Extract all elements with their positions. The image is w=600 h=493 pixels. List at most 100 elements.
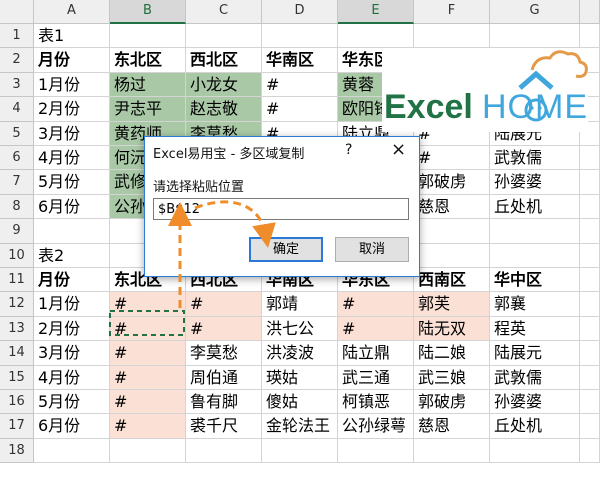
cell-A2[interactable]: 月份 (34, 48, 110, 73)
cell-D4[interactable]: # (262, 97, 338, 122)
cell-A15[interactable]: 4月份 (34, 365, 110, 390)
row-header[interactable]: 11 (0, 268, 34, 293)
row-header[interactable]: 14 (0, 341, 34, 366)
cell-E16[interactable]: 柯镇恶 (338, 390, 414, 415)
cell-B15[interactable]: # (110, 365, 186, 390)
cell-D12[interactable]: 郭靖 (262, 292, 338, 317)
cell-E13[interactable]: # (338, 316, 414, 342)
cell-D18[interactable] (262, 438, 338, 464)
cell-G13[interactable]: 程英 (490, 316, 580, 342)
cell-A6[interactable]: 4月份 (34, 146, 110, 171)
cell-D15[interactable]: 瑛姑 (262, 365, 338, 390)
cell-F15[interactable]: 武三娘 (414, 365, 490, 390)
cell-D17[interactable]: 金轮法王 (262, 414, 338, 439)
cell-A1[interactable]: 表1 (34, 24, 110, 49)
cell-E15[interactable]: 武三通 (338, 365, 414, 390)
cell-A13[interactable]: 2月份 (34, 316, 110, 342)
cell-G18[interactable] (490, 438, 580, 464)
cell-G14[interactable]: 陆展元 (490, 341, 580, 366)
column-header[interactable]: A (34, 0, 110, 24)
cell-F9[interactable] (414, 219, 490, 244)
cell-F17[interactable]: 慈恩 (414, 414, 490, 439)
cell-A9[interactable] (34, 219, 110, 244)
cell-A4[interactable]: 2月份 (34, 97, 110, 122)
row-header[interactable]: 4 (0, 97, 34, 122)
cell-C4[interactable]: 赵志敬 (186, 97, 262, 122)
cell-D13[interactable]: 洪七公 (262, 316, 338, 342)
cell-B2[interactable]: 东北区 (110, 48, 186, 73)
row-header[interactable]: 12 (0, 292, 34, 317)
row-header[interactable]: 18 (0, 438, 34, 464)
cell-A16[interactable]: 5月份 (34, 390, 110, 415)
cell-G12[interactable]: 郭襄 (490, 292, 580, 317)
cell-A8[interactable]: 6月份 (34, 194, 110, 220)
cancel-button[interactable]: 取消 (335, 237, 409, 262)
cell-D3[interactable]: # (262, 72, 338, 98)
cell-G10[interactable] (490, 243, 580, 268)
paste-location-input[interactable] (153, 198, 409, 220)
column-header[interactable]: B (110, 0, 186, 24)
row-header[interactable]: 1 (0, 24, 34, 49)
ok-button[interactable]: 确定 (249, 237, 323, 262)
cell-E14[interactable]: 陆立鼎 (338, 341, 414, 366)
cell-B14[interactable]: # (110, 341, 186, 366)
cell-C3[interactable]: 小龙女 (186, 72, 262, 98)
cell-G6[interactable]: 武敦儒 (490, 146, 580, 171)
cell-F7[interactable]: 郭破虏 (414, 170, 490, 195)
cell-G7[interactable]: 孙婆婆 (490, 170, 580, 195)
cell-B18[interactable] (110, 438, 186, 464)
cell-F8[interactable]: 慈恩 (414, 194, 490, 220)
cell-B12[interactable]: # (110, 292, 186, 317)
cell-F1[interactable] (414, 24, 490, 49)
cell-D1[interactable] (262, 24, 338, 49)
cell-C12[interactable]: # (186, 292, 262, 317)
row-header[interactable]: 17 (0, 414, 34, 439)
cell-D16[interactable]: 傻姑 (262, 390, 338, 415)
cell-A3[interactable]: 1月份 (34, 72, 110, 98)
cell-B4[interactable]: 尹志平 (110, 97, 186, 122)
cell-A7[interactable]: 5月份 (34, 170, 110, 195)
cell-A12[interactable]: 1月份 (34, 292, 110, 317)
cell-F11[interactable]: 西南区 (414, 268, 490, 293)
column-header[interactable]: E (338, 0, 414, 24)
cell-A18[interactable] (34, 438, 110, 464)
help-button[interactable]: ? (345, 142, 352, 158)
cell-F16[interactable]: 郭破虏 (414, 390, 490, 415)
cell-G17[interactable]: 丘处机 (490, 414, 580, 439)
cell-C15[interactable]: 周伯通 (186, 365, 262, 390)
cell-C2[interactable]: 西北区 (186, 48, 262, 73)
column-header[interactable]: F (414, 0, 490, 24)
column-header[interactable]: C (186, 0, 262, 24)
row-header[interactable]: 2 (0, 48, 34, 73)
cell-C1[interactable] (186, 24, 262, 49)
row-header[interactable]: 10 (0, 243, 34, 268)
column-header[interactable]: D (262, 0, 338, 24)
cell-A17[interactable]: 6月份 (34, 414, 110, 439)
cell-E12[interactable]: # (338, 292, 414, 317)
cell-B17[interactable]: # (110, 414, 186, 439)
close-button[interactable]: × (391, 139, 406, 160)
cell-F18[interactable] (414, 438, 490, 464)
cell-G15[interactable]: 武敦儒 (490, 365, 580, 390)
column-header[interactable]: G (490, 0, 580, 24)
cell-G8[interactable]: 丘处机 (490, 194, 580, 220)
cell-A11[interactable]: 月份 (34, 268, 110, 293)
row-header[interactable]: 9 (0, 219, 34, 244)
cell-G16[interactable]: 孙婆婆 (490, 390, 580, 415)
cell-F6[interactable]: # (414, 146, 490, 171)
cell-D14[interactable]: 洪凌波 (262, 341, 338, 366)
row-header[interactable]: 6 (0, 146, 34, 171)
cell-A14[interactable]: 3月份 (34, 341, 110, 366)
cell-D2[interactable]: 华南区 (262, 48, 338, 73)
cell-F13[interactable]: 陆无双 (414, 316, 490, 342)
row-header[interactable]: 8 (0, 194, 34, 220)
cell-A5[interactable]: 3月份 (34, 121, 110, 146)
cell-C16[interactable]: 鲁有脚 (186, 390, 262, 415)
cell-G1[interactable] (490, 24, 580, 49)
cell-C18[interactable] (186, 438, 262, 464)
cell-C13[interactable]: # (186, 316, 262, 342)
row-header[interactable]: 7 (0, 170, 34, 195)
cell-E1[interactable] (338, 24, 414, 49)
cell-B13[interactable]: # (110, 316, 186, 342)
row-header[interactable]: 5 (0, 121, 34, 146)
